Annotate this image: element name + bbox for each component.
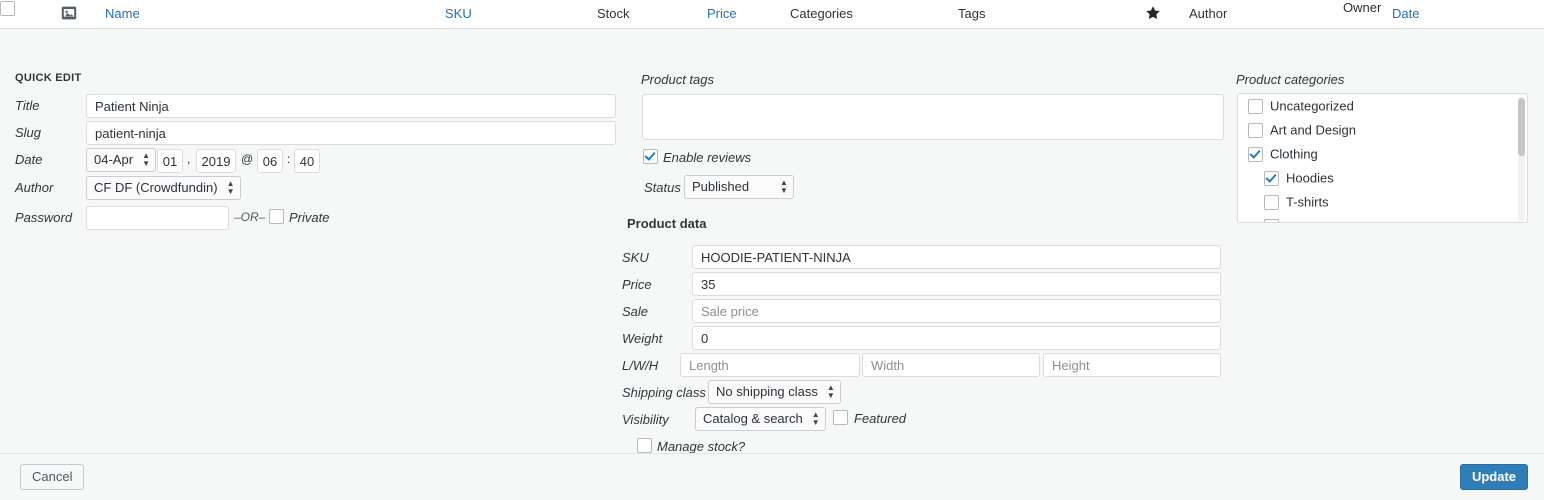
column-header-date[interactable]: Date [1392, 7, 1419, 21]
date-minute-input[interactable] [294, 149, 320, 173]
date-comma: , [187, 152, 191, 166]
slug-input[interactable] [86, 121, 616, 145]
update-button[interactable]: Update [1459, 464, 1528, 490]
quick-edit-panel: QUICK EDIT Title Slug Date 04-Apr ▲▼ , @… [0, 29, 1544, 500]
password-or-separator: –OR– [234, 210, 266, 224]
category-checkbox[interactable] [1248, 147, 1263, 163]
category-item-partial[interactable] [1238, 214, 1527, 222]
password-input[interactable] [86, 206, 229, 230]
date-at-separator: @ [241, 152, 254, 166]
status-label: Status [644, 180, 681, 195]
sku-label: SKU [622, 250, 649, 265]
date-day-input[interactable] [157, 149, 183, 173]
category-checkbox[interactable] [1264, 195, 1279, 211]
categories-scrollbar-thumb[interactable] [1518, 98, 1525, 156]
sale-label: Sale [622, 304, 649, 319]
quick-edit-heading: QUICK EDIT [15, 72, 82, 84]
product-tags-label: Product tags [641, 72, 714, 87]
price-input[interactable] [692, 272, 1221, 296]
shipping-class-value: No shipping class [716, 384, 818, 399]
visibility-value: Catalog & search [703, 411, 803, 426]
shipping-class-select[interactable]: No shipping class ▲ ▼ [708, 380, 841, 404]
product-list-header: Name SKU Stock Price Categories Tags Aut… [0, 0, 1544, 29]
cancel-button[interactable]: Cancel [20, 464, 85, 490]
category-item-hoodies[interactable]: Hoodies [1238, 166, 1527, 190]
category-label: Uncategorized [1270, 98, 1354, 114]
category-checkbox[interactable] [1264, 171, 1279, 187]
product-data-heading: Product data [627, 216, 707, 231]
private-checkbox[interactable] [269, 209, 284, 224]
width-input[interactable] [862, 353, 1040, 377]
category-item-art-and-design[interactable]: Art and Design [1238, 118, 1527, 142]
password-label: Password [15, 210, 73, 225]
weight-label: Weight [622, 331, 663, 346]
category-label: Clothing [1270, 146, 1318, 162]
category-item-uncategorized[interactable]: Uncategorized [1238, 94, 1527, 118]
author-value: CF DF (Crowdfundin) [94, 180, 218, 195]
product-tags-textarea[interactable] [642, 94, 1224, 140]
image-column-icon[interactable] [61, 5, 77, 21]
sku-input[interactable] [692, 245, 1221, 269]
featured-label: Featured [854, 411, 907, 426]
dimensions-label: L/W/H [622, 358, 659, 373]
shipping-class-label: Shipping class [622, 385, 706, 400]
category-label: Hoodies [1286, 170, 1334, 186]
author-label: Author [15, 180, 54, 195]
visibility-select[interactable]: Catalog & search ▲ ▼ [695, 407, 826, 431]
category-item-clothing[interactable]: Clothing [1238, 142, 1527, 166]
column-header-categories: Categories [790, 6, 853, 21]
title-label: Title [15, 98, 40, 113]
column-header-name[interactable]: Name [105, 7, 140, 21]
category-checkbox[interactable] [1264, 219, 1279, 222]
featured-checkbox[interactable] [833, 410, 848, 425]
visibility-label: Visibility [622, 412, 669, 427]
price-label: Price [622, 277, 652, 292]
product-categories-label: Product categories [1236, 72, 1345, 87]
title-input[interactable] [86, 94, 616, 118]
sale-price-input[interactable] [692, 299, 1221, 323]
featured-star-icon[interactable] [1145, 5, 1161, 21]
select-all-checkbox[interactable] [0, 0, 1544, 17]
date-year-input[interactable] [196, 149, 236, 173]
status-select[interactable]: Published ▲ ▼ [684, 175, 794, 199]
column-header-tags: Tags [958, 6, 986, 21]
status-value: Published [692, 179, 750, 194]
column-header-stock: Stock [597, 6, 630, 21]
manage-stock-label: Manage stock? [657, 439, 746, 454]
category-checkbox[interactable] [1248, 99, 1263, 115]
enable-reviews-checkbox[interactable] [643, 149, 658, 164]
slug-label: Slug [15, 125, 42, 140]
date-month-select[interactable]: 04-Apr ▲ ▼ [86, 148, 157, 172]
quick-edit-footer: Cancel Update [0, 453, 1544, 500]
select-arrows-icon: ▲▼ [826, 383, 835, 400]
category-item-t-shirts[interactable]: T-shirts [1238, 190, 1527, 214]
author-select[interactable]: CF DF (Crowdfundin) ▲ ▼ [86, 176, 241, 200]
product-categories-list[interactable]: Uncategorized Art and Design Clothing Ho… [1237, 93, 1528, 223]
length-input[interactable] [680, 353, 860, 377]
checkbox-box [0, 1, 15, 17]
manage-stock-checkbox[interactable] [637, 438, 652, 453]
weight-input[interactable] [692, 326, 1221, 350]
category-label: T-shirts [1286, 194, 1329, 210]
select-arrows-icon: ▲▼ [811, 410, 820, 427]
private-label: Private [289, 210, 330, 225]
select-arrows-icon: ▲▼ [780, 178, 788, 195]
date-label: Date [15, 152, 43, 167]
column-header-owner: Owner [1343, 0, 1382, 15]
column-header-price[interactable]: Price [707, 7, 737, 21]
date-colon-separator: : [287, 152, 291, 166]
column-header-author: Author [1189, 6, 1228, 21]
select-arrows-icon: ▲▼ [142, 151, 150, 168]
height-input[interactable] [1043, 353, 1221, 377]
enable-reviews-label: Enable reviews [663, 150, 752, 165]
date-hour-input[interactable] [257, 149, 283, 173]
date-month-value: 04-Apr [94, 152, 134, 167]
column-header-sku[interactable]: SKU [445, 7, 472, 21]
category-label: Art and Design [1270, 122, 1356, 138]
select-arrows-icon: ▲▼ [226, 179, 235, 196]
category-checkbox[interactable] [1248, 123, 1263, 139]
